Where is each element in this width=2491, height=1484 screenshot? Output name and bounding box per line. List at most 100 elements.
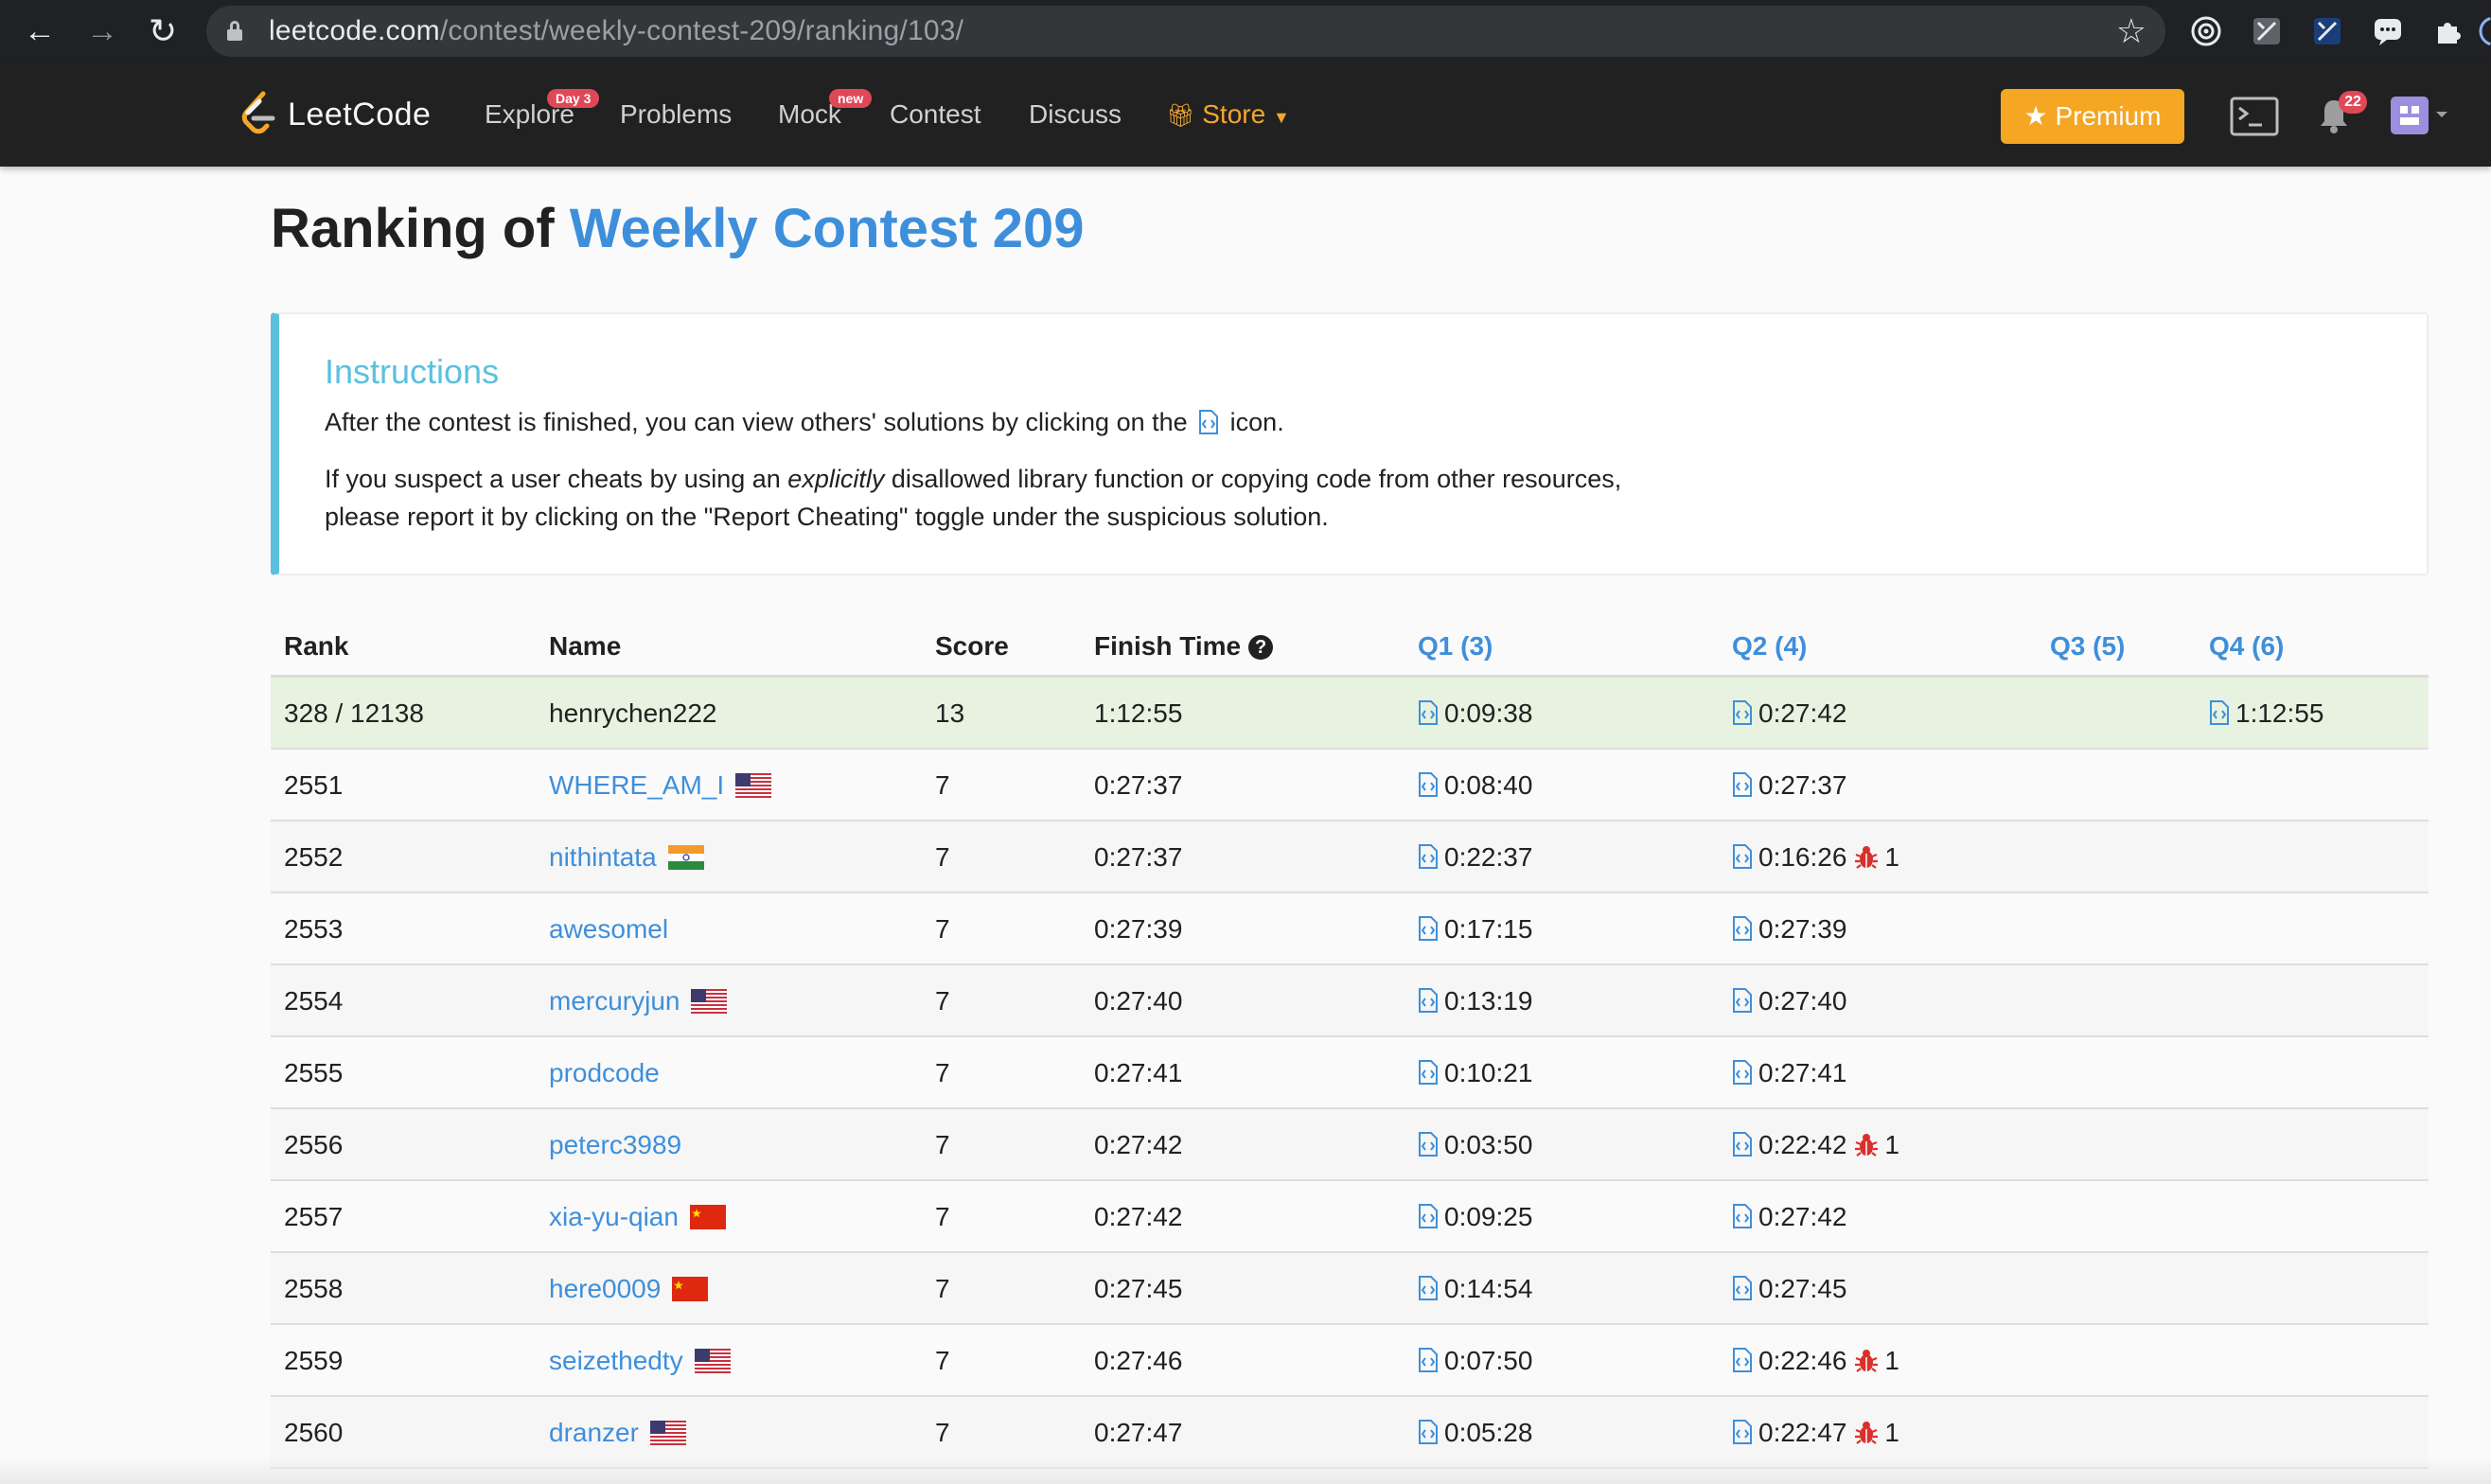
user-name[interactable]: mercuryjun <box>549 986 680 1016</box>
user-name[interactable]: awesomel <box>549 914 668 944</box>
code-file-icon[interactable] <box>1732 699 1753 726</box>
q2-cell[interactable]: 0:22:46 1 <box>1732 1325 1899 1397</box>
forward-arrow-icon[interactable]: → <box>80 9 125 54</box>
q2-cell[interactable]: 0:27:37 <box>1732 750 1846 822</box>
code-file-icon[interactable] <box>1418 1419 1439 1445</box>
code-file-icon[interactable] <box>1732 987 1753 1014</box>
header-q2[interactable]: Q2 (4) <box>1732 615 1807 678</box>
puzzle-extensions-icon[interactable] <box>2432 15 2464 47</box>
code-file-icon[interactable] <box>1418 987 1439 1014</box>
code-file-icon[interactable] <box>1418 1347 1439 1373</box>
code-file-icon[interactable] <box>1732 1275 1753 1301</box>
contest-title-link[interactable]: Weekly Contest 209 <box>570 198 1085 259</box>
q1-cell[interactable]: 0:17:15 <box>1418 893 1532 965</box>
user-name[interactable]: peterc3989 <box>549 1130 681 1159</box>
help-question-icon[interactable]: ? <box>1248 635 1274 660</box>
user-name[interactable]: xia-yu-qian <box>549 1202 679 1231</box>
code-file-icon[interactable] <box>1418 771 1439 798</box>
bookmark-star-icon[interactable]: ☆ <box>2116 6 2146 57</box>
user-name-cell[interactable]: xia-yu-qian <box>549 1181 726 1253</box>
q2-cell[interactable]: 0:27:42 <box>1732 1181 1846 1253</box>
code-file-icon[interactable] <box>1732 1131 1753 1157</box>
code-file-icon[interactable] <box>1732 915 1753 942</box>
nav-mock[interactable]: Mock <box>778 62 841 167</box>
q2-cell[interactable]: 0:22:42 1 <box>1732 1109 1899 1181</box>
code-file-icon[interactable] <box>2209 699 2230 726</box>
us-flag-icon <box>735 773 772 798</box>
user-name-cell[interactable]: seizethedty <box>549 1325 731 1397</box>
user-name[interactable]: WHERE_AM_I <box>549 770 724 800</box>
code-file-icon[interactable] <box>1732 771 1753 798</box>
chat-extension-icon[interactable] <box>2372 15 2404 47</box>
user-name[interactable]: nithintata <box>549 842 657 872</box>
q1-cell[interactable]: 0:09:25 <box>1418 1181 1532 1253</box>
nav-discuss[interactable]: Discuss <box>1029 62 1122 167</box>
code-file-icon[interactable] <box>1732 1203 1753 1229</box>
leetcode-logo[interactable]: LeetCode <box>238 89 431 140</box>
header-q3[interactable]: Q3 (5) <box>2050 615 2125 678</box>
user-name-cell[interactable]: awesomel <box>549 893 668 965</box>
header-q4[interactable]: Q4 (6) <box>2209 615 2284 678</box>
user-name-cell[interactable]: mercuryjun <box>549 965 728 1037</box>
q1-time: 0:07:50 <box>1444 1346 1533 1375</box>
table-row: 2559 seizethedty 7 0:27:46 0:07:50 0:22:46 1 <box>271 1325 2429 1397</box>
premium-button[interactable]: ★ Premium <box>2001 89 2184 144</box>
user-name[interactable]: prodcode <box>549 1058 660 1087</box>
q2-cell[interactable]: 0:27:39 <box>1732 893 1846 965</box>
q4-cell[interactable]: 1:12:55 <box>2209 678 2323 750</box>
q2-cell[interactable]: 0:16:26 1 <box>1732 822 1899 893</box>
reload-icon[interactable]: ↻ <box>140 9 186 54</box>
user-name-cell[interactable]: prodcode <box>549 1037 660 1109</box>
code-file-icon[interactable] <box>1732 1347 1753 1373</box>
code-file-icon[interactable] <box>1418 1059 1439 1086</box>
target-extension-icon[interactable] <box>2190 15 2222 47</box>
code-file-icon[interactable] <box>1732 843 1753 870</box>
nav-problems[interactable]: Problems <box>620 62 732 167</box>
header-rank: Rank <box>284 631 349 661</box>
user-name-cell[interactable]: nithintata <box>549 822 704 893</box>
q2-cell[interactable]: 0:27:40 <box>1732 965 1846 1037</box>
code-file-icon[interactable] <box>1418 1203 1439 1229</box>
code-file-icon[interactable] <box>1732 1059 1753 1086</box>
code-file-icon[interactable] <box>1418 843 1439 870</box>
q1-cell[interactable]: 0:14:54 <box>1418 1253 1532 1325</box>
q2-cell[interactable]: 0:27:45 <box>1732 1253 1846 1325</box>
screenshot-extension-icon[interactable] <box>2251 15 2283 47</box>
q1-cell[interactable]: 0:08:40 <box>1418 750 1532 822</box>
back-arrow-icon[interactable]: ← <box>17 9 62 54</box>
q1-cell[interactable]: 0:07:50 <box>1418 1325 1532 1397</box>
user-name-cell[interactable]: peterc3989 <box>549 1109 681 1181</box>
nav-explore[interactable]: Explore <box>485 62 574 167</box>
header-q1[interactable]: Q1 (3) <box>1418 615 1493 678</box>
user-name-cell[interactable]: WHERE_AM_I <box>549 750 772 822</box>
table-row: 2556 peterc3989 7 0:27:42 0:03:50 0:22:42 1 <box>271 1109 2429 1181</box>
profile-partial-icon[interactable] <box>2478 15 2491 47</box>
user-name[interactable]: seizethedty <box>549 1346 683 1375</box>
user-name[interactable]: dranzer <box>549 1418 639 1447</box>
capture-extension-icon[interactable] <box>2311 15 2343 47</box>
q1-cell[interactable]: 0:22:37 <box>1418 822 1532 893</box>
q1-cell[interactable]: 0:09:38 <box>1418 678 1532 750</box>
code-file-icon[interactable] <box>1418 699 1439 726</box>
q2-cell[interactable]: 0:27:42 <box>1732 678 1846 750</box>
avatar[interactable] <box>2389 97 2449 134</box>
header-name: Name <box>549 631 622 661</box>
q1-cell[interactable]: 0:13:19 <box>1418 965 1532 1037</box>
user-name-cell[interactable]: here0009 <box>549 1253 709 1325</box>
playground-console-icon[interactable] <box>2230 97 2279 136</box>
code-file-icon[interactable] <box>1418 1131 1439 1157</box>
nav-store[interactable]: 🎁︎ Store ▼ <box>1166 62 1290 169</box>
q1-cell[interactable]: 0:10:21 <box>1418 1037 1532 1109</box>
user-name[interactable]: here0009 <box>549 1274 661 1303</box>
q1-cell[interactable]: 0:03:50 <box>1418 1109 1532 1181</box>
logo-text: LeetCode <box>288 96 432 132</box>
address-bar[interactable]: leetcode.com/contest/weekly-contest-209/… <box>206 6 2165 57</box>
q2-cell[interactable]: 0:27:41 <box>1732 1037 1846 1109</box>
code-file-icon[interactable] <box>1732 1419 1753 1445</box>
instructions-emphasis: explicitly <box>787 465 885 493</box>
q2-time: 0:27:41 <box>1758 1058 1847 1087</box>
code-file-icon[interactable] <box>1418 1275 1439 1301</box>
finish-time-cell: 0:27:42 <box>1094 1202 1183 1231</box>
code-file-icon[interactable] <box>1418 915 1439 942</box>
nav-contest[interactable]: Contest <box>890 62 981 167</box>
